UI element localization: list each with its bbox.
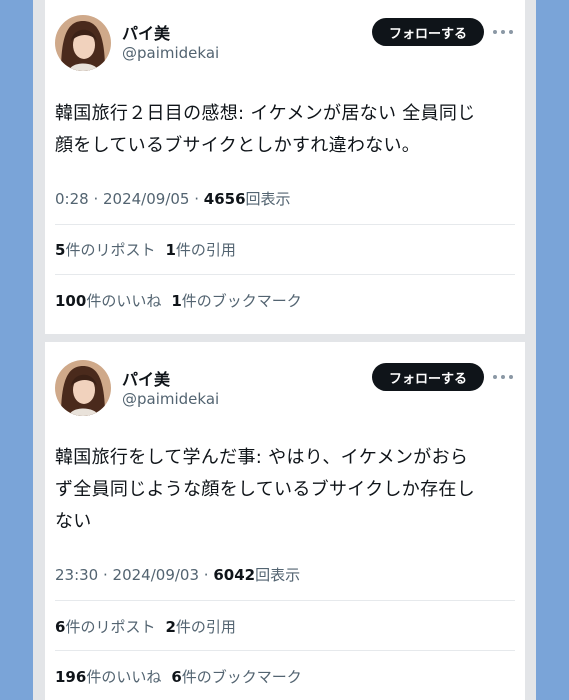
tweet-text-line: 顔をしているブサイクとしかすれ違わない。: [55, 135, 421, 156]
more-options-icon[interactable]: [493, 26, 513, 38]
tweet-text-line: 韓国旅行をして学んだ事: やはり、イケメンがおら: [55, 447, 469, 468]
reposts-label: 件のリポスト: [65, 241, 156, 259]
tweet-time[interactable]: 23:30: [55, 566, 98, 584]
reposts-count: 6: [55, 618, 66, 636]
reposts-label: 件のリポスト: [65, 618, 156, 636]
engagement-row: 100件のいいね 1件のブックマーク: [55, 290, 302, 311]
reposts-count: 5: [55, 241, 66, 259]
more-options-icon[interactable]: [493, 371, 513, 383]
divider: [55, 274, 515, 275]
likes-count: 100: [55, 292, 87, 310]
user-handle[interactable]: @paimidekai: [122, 390, 219, 408]
tweet-text: 韓国旅行２日目の感想: イケメンが居ない 全員同じ 顔をしているブサイクとしかす…: [55, 98, 515, 162]
bookmarks-link[interactable]: 1件のブックマーク: [171, 292, 301, 310]
meta-separator: ·: [189, 190, 204, 208]
bookmarks-label: 件のブックマーク: [181, 292, 302, 310]
views-label: 回表示: [255, 566, 301, 584]
tweet-card: パイ美 @paimidekai フォローする 韓国旅行をして学んだ事: やはり、…: [45, 342, 525, 700]
bookmarks-link[interactable]: 6件のブックマーク: [171, 668, 301, 686]
quotes-label: 件の引用: [175, 241, 236, 259]
reposts-link[interactable]: 6件のリポスト: [55, 618, 155, 636]
engagement-row: 5件のリポスト 1件の引用: [55, 239, 236, 260]
divider: [55, 600, 515, 601]
user-name[interactable]: パイ美: [122, 366, 170, 390]
avatar-photo-icon[interactable]: [55, 360, 111, 416]
quotes-count: 2: [165, 618, 176, 636]
meta-separator: ·: [88, 190, 103, 208]
tweet-text-line: 韓国旅行２日目の感想: イケメンが居ない 全員同じ: [55, 103, 476, 124]
engagement-row: 196件のいいね 6件のブックマーク: [55, 666, 302, 687]
reposts-link[interactable]: 5件のリポスト: [55, 241, 155, 259]
tweet-text: 韓国旅行をして学んだ事: やはり、イケメンがおら ず全員同じような顔をしているブ…: [55, 442, 515, 538]
quotes-link[interactable]: 2件の引用: [165, 618, 235, 636]
tweet-time[interactable]: 0:28: [55, 190, 89, 208]
tweet-date[interactable]: 2024/09/05: [103, 190, 189, 208]
bookmarks-label: 件のブックマーク: [181, 668, 302, 686]
tweet-card: パイ美 @paimidekai フォローする 韓国旅行２日目の感想: イケメンが…: [45, 0, 525, 334]
tweet-date[interactable]: 2024/09/03: [113, 566, 199, 584]
views-count: 6042: [213, 566, 256, 584]
follow-button[interactable]: フォローする: [372, 18, 484, 46]
likes-link[interactable]: 100件のいいね: [55, 292, 161, 310]
likes-count: 196: [55, 668, 87, 686]
follow-button[interactable]: フォローする: [372, 363, 484, 391]
tweet-text-line: ない: [55, 511, 92, 532]
meta-separator: ·: [98, 566, 113, 584]
avatar-photo-icon[interactable]: [55, 15, 111, 71]
meta-separator: ·: [199, 566, 214, 584]
divider: [55, 650, 515, 651]
quotes-count: 1: [165, 241, 176, 259]
quotes-link[interactable]: 1件の引用: [165, 241, 235, 259]
quotes-label: 件の引用: [175, 618, 236, 636]
likes-link[interactable]: 196件のいいね: [55, 668, 161, 686]
views-label: 回表示: [245, 190, 291, 208]
tweet-text-line: ず全員同じような顔をしているブサイクしか存在し: [55, 479, 475, 500]
divider: [55, 224, 515, 225]
user-name[interactable]: パイ美: [122, 20, 170, 44]
likes-label: 件のいいね: [86, 292, 162, 310]
likes-label: 件のいいね: [86, 668, 162, 686]
user-handle[interactable]: @paimidekai: [122, 44, 219, 62]
views-count: 4656: [203, 190, 246, 208]
tweet-meta: 0:28 · 2024/09/05 · 4656回表示: [55, 188, 291, 209]
bookmarks-count: 6: [171, 668, 182, 686]
engagement-row: 6件のリポスト 2件の引用: [55, 616, 236, 637]
tweet-meta: 23:30 · 2024/09/03 · 6042回表示: [55, 564, 300, 585]
bookmarks-count: 1: [171, 292, 182, 310]
